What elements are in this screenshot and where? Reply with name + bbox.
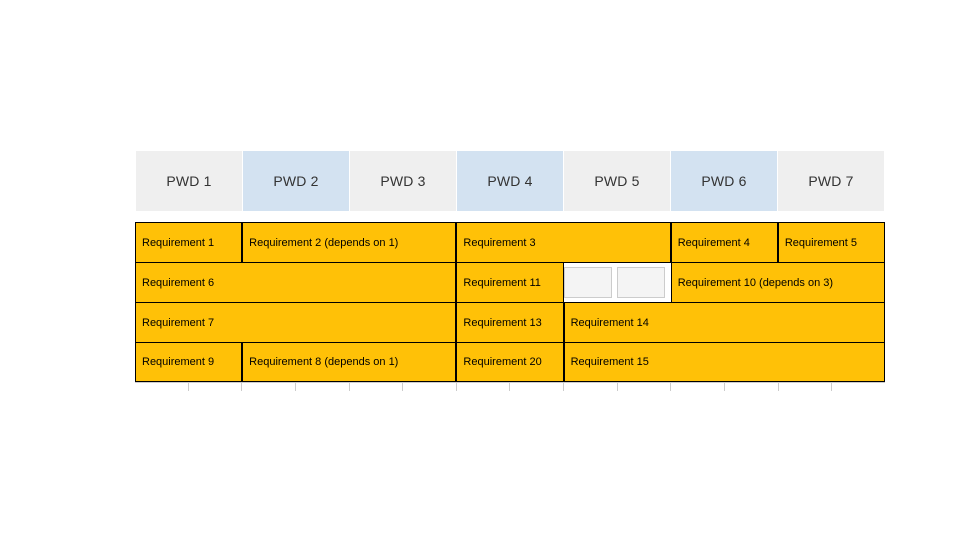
requirement-bar: Requirement 15 — [564, 343, 885, 381]
requirement-bar: Requirement 4 — [671, 223, 778, 262]
requirement-bar: Requirement 5 — [778, 223, 885, 262]
requirement-bar: Requirement 9 — [135, 343, 242, 381]
period-header: PWD 4 — [457, 151, 564, 211]
ruler-tick — [457, 383, 511, 391]
requirement-bar: Requirement 6 — [135, 263, 456, 302]
requirement-bar: Requirement 2 (depends on 1) — [242, 223, 456, 262]
ruler-tick — [564, 383, 618, 391]
requirement-bar: Requirement 13 — [456, 303, 563, 342]
requirement-bar: Requirement 3 — [456, 223, 670, 262]
bottom-ruler — [135, 382, 885, 391]
ruler-tick — [403, 383, 457, 391]
idle-slot — [617, 267, 665, 298]
requirement-bar: Requirement 11 — [456, 263, 563, 302]
ruler-tick — [510, 383, 564, 391]
track: Requirement 9Requirement 8 (depends on 1… — [135, 342, 885, 382]
ruler-tick — [779, 383, 833, 391]
track: Requirement 7Requirement 13Requirement 1… — [135, 302, 885, 342]
period-header-row: PWD 1PWD 2PWD 3PWD 4PWD 5PWD 6PWD 7 — [135, 150, 885, 212]
ruler-tick — [618, 383, 672, 391]
header-body-gap — [75, 212, 885, 222]
period-header: PWD 5 — [564, 151, 671, 211]
track: Requirement 1Requirement 2 (depends on 1… — [135, 222, 885, 262]
ruler-tick — [135, 383, 189, 391]
period-header: PWD 6 — [671, 151, 778, 211]
period-header: PWD 1 — [136, 151, 243, 211]
requirement-bar: Requirement 14 — [564, 303, 885, 342]
period-header: PWD 2 — [243, 151, 350, 211]
period-header: PWD 7 — [778, 151, 884, 211]
track-area: Requirement 1Requirement 2 (depends on 1… — [135, 222, 885, 382]
requirement-bar: Requirement 7 — [135, 303, 456, 342]
ruler-tick — [832, 383, 885, 391]
ruler-tick — [242, 383, 296, 391]
requirement-bar: Requirement 20 — [456, 343, 563, 381]
idle-slot — [564, 267, 612, 298]
ruler-tick — [671, 383, 725, 391]
track: Requirement 6Requirement 11 Requirement 1… — [135, 262, 885, 302]
period-header: PWD 3 — [350, 151, 457, 211]
requirement-bar: Requirement 8 (depends on 1) — [242, 343, 456, 381]
ruler-tick — [296, 383, 350, 391]
gantt-chart: PWD 1PWD 2PWD 3PWD 4PWD 5PWD 6PWD 7 Dev … — [75, 150, 885, 391]
requirement-bar: Requirement 1 — [135, 223, 242, 262]
ruler-tick — [350, 383, 404, 391]
ruler-tick — [189, 383, 243, 391]
ruler-tick — [725, 383, 779, 391]
requirement-bar: Requirement 10 (depends on 3) — [671, 263, 885, 302]
